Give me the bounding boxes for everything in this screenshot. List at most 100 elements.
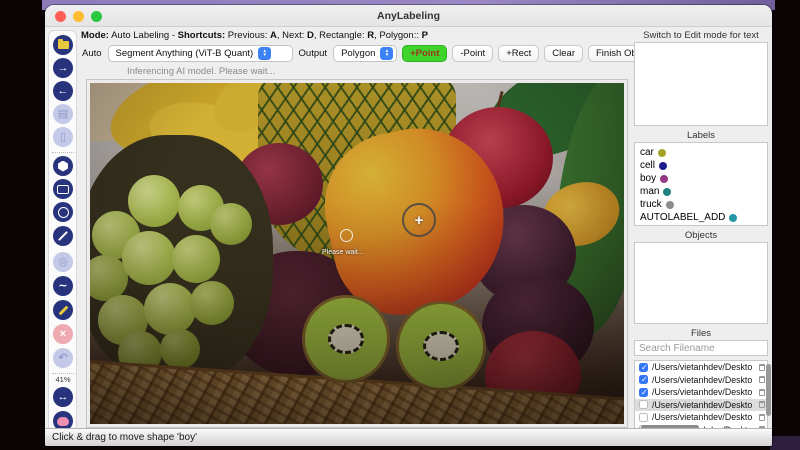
- label-item[interactable]: AUTOLABEL_ADD: [640, 211, 767, 224]
- clear-button[interactable]: Clear: [544, 44, 583, 62]
- auto-labeling-toolbar: Auto Segment Anything (ViT-B Quant) ▲ ▼ O…: [81, 44, 708, 62]
- wallpaper-corner: [770, 436, 800, 450]
- wait-tooltip: Please wait...: [322, 249, 364, 256]
- save-button[interactable]: ▤: [53, 104, 73, 124]
- trash-icon: ▯: [59, 130, 67, 143]
- desktop: AnyLabeling Mode: Auto Labeling - Shortc…: [0, 0, 800, 450]
- trash-icon: [759, 363, 765, 371]
- undo-button[interactable]: ↶: [53, 348, 73, 368]
- right-panel: Switch to Edit mode for text editing Lab…: [630, 30, 772, 436]
- file-checkbox[interactable]: [639, 387, 648, 397]
- label-color-dot: [657, 148, 666, 157]
- minimize-window-button[interactable]: [73, 11, 84, 22]
- prev-image-button[interactable]: ←: [53, 81, 73, 101]
- create-rectangle-button[interactable]: [53, 179, 73, 199]
- open-file-button[interactable]: [53, 35, 73, 55]
- label-item[interactable]: cell: [640, 159, 767, 172]
- labels-header: Labels: [687, 130, 715, 141]
- window-title: AnyLabeling: [376, 10, 440, 22]
- fit-width-icon: ↔: [57, 390, 69, 403]
- title-bar[interactable]: AnyLabeling: [45, 5, 772, 27]
- select-stepper-icon: ▲ ▼: [258, 46, 272, 60]
- files-header: Files: [690, 328, 712, 339]
- remove-point-button[interactable]: -Point: [452, 44, 494, 62]
- text-edit-box[interactable]: [634, 42, 768, 126]
- trash-icon: [759, 401, 765, 409]
- add-point-button[interactable]: +Point: [402, 44, 448, 62]
- brain-icon: [57, 416, 69, 426]
- file-checkbox[interactable]: [639, 412, 648, 422]
- delete-file-button[interactable]: ▯: [53, 127, 73, 147]
- label-color-dot: [665, 200, 674, 209]
- edit-object-button[interactable]: [53, 300, 73, 320]
- search-filename-input[interactable]: [634, 340, 768, 356]
- pencil-icon: [58, 305, 68, 315]
- undo-icon: ↶: [58, 351, 68, 364]
- inference-status-text: Inferencing AI model. Please wait...: [127, 66, 276, 77]
- arrow-left-icon: ←: [57, 84, 69, 97]
- objects-list: [634, 242, 768, 324]
- file-row[interactable]: /Users/vietanhdev/Deskto: [635, 374, 767, 387]
- toolbar-separator: [52, 152, 74, 153]
- image-canvas[interactable]: Please wait... +: [86, 79, 628, 428]
- circle-icon: [57, 206, 69, 218]
- close-window-button[interactable]: [55, 11, 66, 22]
- save-icon: ▤: [57, 107, 69, 120]
- labels-list: car cell boy man truck AUTOLABEL_ADD: [634, 142, 768, 226]
- status-bar: Click & drag to move shape 'boy': [45, 428, 772, 446]
- label-color-dot: [663, 187, 672, 196]
- tools-sidebar: → ← ▤ ▯ ◎ ∼ × ↶ 41% ↔: [48, 30, 77, 437]
- line-icon: [58, 231, 68, 241]
- anylabeling-window: AnyLabeling Mode: Auto Labeling - Shortc…: [45, 5, 772, 446]
- vertical-scrollbar[interactable]: [766, 364, 771, 416]
- label-item[interactable]: truck: [640, 198, 767, 211]
- auto-label: Auto: [82, 47, 102, 59]
- file-row[interactable]: /Users/vietanhdev/Deskto: [635, 361, 767, 374]
- x-icon: ×: [59, 327, 67, 340]
- create-circle-button[interactable]: [53, 202, 73, 222]
- status-message: Click & drag to move shape 'boy': [52, 432, 197, 443]
- file-row[interactable]: /Users/vietanhdev/Deskto: [635, 411, 767, 424]
- create-polyline-button[interactable]: ∼: [53, 276, 73, 296]
- rectangle-icon: [57, 184, 69, 194]
- mode-label: Mode:: [81, 30, 109, 41]
- zoom-window-button[interactable]: [91, 11, 102, 22]
- file-checkbox[interactable]: [639, 400, 648, 410]
- output-select[interactable]: Polygon ▲ ▼: [333, 44, 398, 62]
- next-image-button[interactable]: →: [53, 58, 73, 78]
- create-point-button[interactable]: ◎: [53, 252, 73, 272]
- label-item[interactable]: man: [640, 185, 767, 198]
- label-color-dot: [729, 213, 738, 222]
- delete-object-button[interactable]: ×: [53, 324, 73, 344]
- zoom-level-text: 41%: [55, 375, 71, 384]
- file-checkbox[interactable]: [639, 362, 648, 372]
- trash-icon: [759, 388, 765, 396]
- trash-icon: [759, 376, 765, 384]
- objects-header: Objects: [684, 230, 718, 241]
- label-item[interactable]: car: [640, 146, 767, 159]
- arrow-right-icon: →: [57, 61, 69, 74]
- select-stepper-icon: ▲ ▼: [380, 46, 394, 60]
- polyline-icon: ∼: [58, 279, 68, 292]
- shortcuts-label: Shortcuts:: [177, 30, 226, 41]
- wait-spinner-icon: [340, 229, 353, 242]
- polygon-icon: [58, 160, 68, 172]
- add-rect-button[interactable]: +Rect: [498, 44, 540, 62]
- file-row[interactable]: /Users/vietanhdev/Deskto: [635, 386, 767, 399]
- traffic-lights: [55, 11, 102, 22]
- label-item[interactable]: boy: [640, 172, 767, 185]
- output-label: Output: [298, 47, 328, 59]
- trash-icon: [759, 413, 765, 421]
- create-line-button[interactable]: [53, 226, 73, 246]
- file-checkbox[interactable]: [639, 375, 648, 385]
- label-color-dot: [659, 161, 668, 170]
- toolbar-separator: [52, 373, 74, 374]
- file-row[interactable]: /Users/vietanhdev/Deskto: [635, 398, 767, 411]
- crosshair-cursor[interactable]: +: [402, 203, 436, 237]
- create-polygon-button[interactable]: [53, 156, 73, 176]
- model-select[interactable]: Segment Anything (ViT-B Quant) ▲ ▼: [107, 44, 293, 62]
- folder-icon: [57, 39, 69, 49]
- mode-value: Auto Labeling -: [108, 30, 178, 41]
- fruit-photo: Please wait... +: [90, 83, 624, 424]
- fit-width-button[interactable]: ↔: [53, 387, 73, 407]
